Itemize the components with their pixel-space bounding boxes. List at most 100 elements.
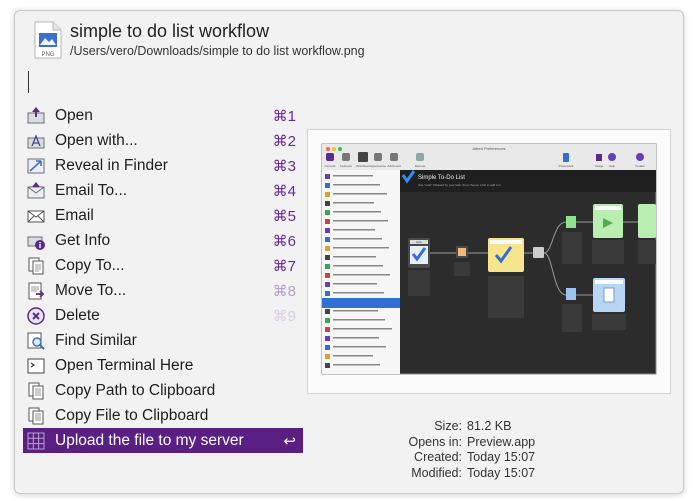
action-label: Find Similar [55,331,137,349]
preview-list-icon [325,201,330,206]
search-input-caret[interactable] [28,71,29,93]
preview-list-line [333,184,380,186]
svg-text:General: General [325,164,336,168]
action-email[interactable]: Email ⌘5 [23,203,303,228]
opens-in-label: Opens in: [408,434,462,449]
preview-list-line [333,193,387,195]
preview-list-icon [325,174,330,179]
shortcut-hint: ⌘6 [272,232,296,250]
preview-list-line [333,337,379,339]
preview-list-line [333,175,373,177]
action-label: Copy Path to Clipboard [55,381,216,399]
preview-list-line [333,346,386,348]
action-delete[interactable]: Delete ⌘9 [23,303,303,328]
shortcut-hint: ⌘2 [272,132,296,150]
preview-list-line [333,283,377,285]
action-upload-to-server[interactable]: Upload the file to my server ↩ [23,428,303,453]
action-label: Reveal in Finder [55,156,168,174]
action-list: Open ⌘1 Open with... ⌘2 Reveal in Finder ⌘3 Em… [23,103,303,453]
terminal-icon [26,356,46,376]
modified-value: Today 15:07 [467,465,536,480]
preview-list-line [333,355,373,357]
preview-list-icon [325,363,330,368]
preview-list-icon [325,309,330,314]
action-reveal-in-finder[interactable]: Reveal in Finder ⌘3 [23,153,303,178]
shortcut-hint: ⌘1 [272,107,296,125]
preview-list-icon [325,336,330,341]
action-label: Move To... [55,281,127,299]
preview-list-line [333,364,380,366]
file-title: simple to do list workflow [70,21,270,41]
preview-list-line [333,238,382,240]
action-find-similar[interactable]: Find Similar [23,328,303,353]
svg-text:Usage: Usage [595,164,604,168]
opens-in-value: Preview.app [467,434,536,449]
action-label: Email [55,206,94,224]
file-header: PNG simple to do list workflow /Users/ve… [15,11,683,63]
preview-list-icon [325,345,330,350]
svg-text:Update: Update [635,164,645,168]
file-path: /Users/vero/Downloads/simple to do list … [70,44,365,58]
action-copy-file[interactable]: Copy File to Clipboard [23,403,303,428]
shortcut-hint: ⌘3 [272,157,296,175]
clipboard-icon [26,381,46,401]
action-label: Upload the file to my server [55,431,244,449]
created-value: Today 15:07 [467,450,536,464]
svg-text:Use "todo" followed by your ta: Use "todo" followed by your task, then c… [418,183,501,187]
action-open-with[interactable]: Open with... ⌘2 [23,128,303,153]
action-label: Open [55,106,93,124]
modified-label: Modified: [411,465,462,480]
action-copy-path[interactable]: Copy Path to Clipboard [23,378,303,403]
size-label: Size: [434,419,462,433]
preview-list-icon [325,219,330,224]
png-file-icon: PNG [33,21,63,59]
preview-list-icon [325,273,330,278]
reveal-finder-icon [26,156,46,176]
action-copy-to[interactable]: Copy To... ⌘7 [23,253,303,278]
move-document-icon [26,281,46,301]
shortcut-hint: ⌘5 [272,207,296,225]
action-move-to[interactable]: Move To... ⌘8 [23,278,303,303]
preview-list-icon [325,192,330,197]
preview-list-line [333,265,383,267]
action-label: Open Terminal Here [55,356,194,374]
preview-list-icon [325,210,330,215]
svg-text:Workflows: Workflows [356,164,370,168]
svg-text:Powerpack: Powerpack [559,164,574,168]
preview-list-line [333,256,376,258]
preview-list-icon [325,183,330,188]
svg-text:Help: Help [609,164,616,168]
created-label: Created: [414,450,462,464]
svg-text:PNG: PNG [41,52,54,58]
preview-list-line [333,319,385,321]
svg-text:todo: todo [416,240,422,244]
preview-list-line [333,220,388,222]
shortcut-hint: ⌘7 [272,257,296,275]
svg-text:Simple To-Do List: Simple To-Do List [418,175,465,181]
action-label: Copy File to Clipboard [55,406,209,424]
action-email-to[interactable]: Email To... ⌘4 [23,178,303,203]
preview-list-icon [325,318,330,323]
svg-text:Remote: Remote [415,164,426,168]
preview-list-line [333,292,384,294]
shortcut-hint: ⌘9 [272,307,296,325]
action-label: Delete [55,306,100,324]
action-label: Open with... [55,131,138,149]
action-get-info[interactable]: Get Info ⌘6 [23,228,303,253]
clipboard-icon [26,406,46,426]
info-icon [26,231,46,251]
preview-list-line [333,310,378,312]
return-key-hint: ↩ [283,432,296,450]
file-info: Size: 81.2 KB Opens in: Preview.app Create… [385,419,535,481]
size-value: 81.2 KB [467,419,512,433]
preview-list-icon [325,228,330,233]
alfred-file-actions-window: PNG simple to do list workflow /Users/ve… [14,10,684,494]
action-open[interactable]: Open ⌘1 [23,103,303,128]
action-open-terminal-here[interactable]: Open Terminal Here [23,353,303,378]
action-label: Copy To... [55,256,125,274]
preview-list-icon [325,237,330,242]
preview-list-icon [325,282,330,287]
preview-list-line [333,211,381,213]
image-preview: Alfred Preferences General Features Work… [307,129,671,394]
svg-text:Alfred Preferences: Alfred Preferences [472,146,505,151]
